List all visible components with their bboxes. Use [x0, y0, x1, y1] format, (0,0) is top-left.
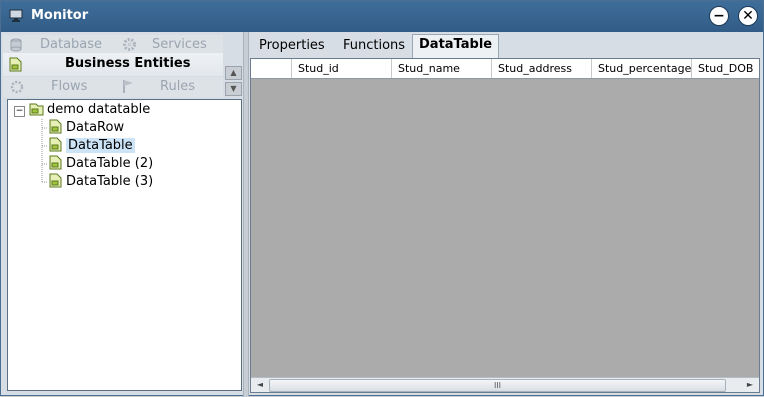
up-arrow-icon: ▲: [230, 68, 237, 77]
flows-label: Flows: [51, 79, 88, 94]
grid-row-header-corner: [251, 59, 291, 78]
tree-item-label: DataTable (2): [66, 156, 154, 171]
entity-icon: [9, 57, 22, 72]
grip-icon: III: [493, 381, 502, 390]
column-header-stud-id[interactable]: Stud_id: [291, 59, 391, 78]
database-label: Database: [40, 37, 103, 52]
nav-row-bottom: Flows Rules: [3, 77, 223, 97]
tab-functions[interactable]: Functions: [337, 36, 411, 56]
column-header-stud-name[interactable]: Stud_name: [391, 59, 491, 78]
collapse-toggle-icon[interactable]: −: [14, 106, 25, 117]
rules-label: Rules: [160, 79, 196, 94]
window-title: Monitor: [31, 8, 89, 23]
tree-item-label: DataTable: [66, 138, 135, 153]
scroll-right-arrow-icon[interactable]: ►: [743, 379, 757, 391]
tree-item-datatable-3[interactable]: DataTable (3): [48, 173, 153, 191]
left-panel: Database Services Business Entities Flow…: [3, 32, 243, 397]
monitor-icon: [9, 9, 23, 22]
tree-item-datatable[interactable]: DataTable: [48, 137, 135, 155]
title-bar: Monitor − ✕: [1, 1, 763, 32]
tree-root-node[interactable]: − demo datatable: [14, 101, 150, 119]
tree-item-label: DataRow: [66, 120, 125, 135]
right-panel: Properties Functions DataTable Stud_id S…: [249, 32, 763, 395]
tree-item-datatable-2[interactable]: DataTable (2): [48, 155, 153, 173]
tree-item-datarow[interactable]: DataRow: [48, 119, 124, 137]
monitor-window: Monitor − ✕ Database Services Business E…: [0, 0, 764, 397]
nav-scroll-down-button[interactable]: ▼: [225, 82, 242, 96]
services-label: Services: [152, 37, 207, 52]
flows-icon: [10, 80, 24, 94]
down-arrow-icon: ▼: [230, 84, 237, 93]
entity-icon: [49, 119, 62, 134]
column-header-stud-dob[interactable]: Stud_DOB: [691, 59, 759, 78]
nav-row-top: Database Services: [3, 35, 223, 55]
column-header-stud-percentage[interactable]: Stud_percentage: [591, 59, 691, 78]
column-header-stud-address[interactable]: Stud_address: [491, 59, 591, 78]
entity-tree: − demo datatable DataRow DataTable DataTa…: [7, 99, 242, 391]
nav-scroll-up-button[interactable]: ▲: [225, 66, 242, 80]
entity-icon: [49, 173, 62, 188]
entity-folder-icon: [29, 103, 44, 116]
close-button[interactable]: ✕: [738, 6, 758, 26]
business-entities-label: Business Entities: [65, 56, 191, 71]
database-icon: [10, 38, 22, 52]
scroll-left-arrow-icon[interactable]: ◄: [253, 379, 267, 391]
tree-item-label: DataTable (3): [66, 174, 154, 189]
tree-root-label: demo datatable: [47, 102, 151, 117]
entity-icon: [49, 137, 62, 152]
business-entities-nav-item[interactable]: Business Entities: [3, 53, 223, 76]
tab-properties[interactable]: Properties: [253, 36, 331, 56]
tab-datatable[interactable]: DataTable: [412, 34, 500, 58]
scrollbar-thumb[interactable]: III: [269, 379, 726, 392]
grid-header: Stud_id Stud_name Stud_address Stud_perc…: [251, 59, 759, 79]
close-icon: ✕: [742, 8, 754, 24]
flag-icon: [123, 80, 133, 93]
minimize-icon: −: [713, 8, 725, 24]
horizontal-scrollbar[interactable]: ◄ III ►: [251, 377, 759, 392]
minimize-button[interactable]: −: [709, 6, 729, 26]
entity-icon: [49, 155, 62, 170]
gear-icon: [123, 38, 136, 51]
data-grid[interactable]: Stud_id Stud_name Stud_address Stud_perc…: [250, 58, 760, 393]
